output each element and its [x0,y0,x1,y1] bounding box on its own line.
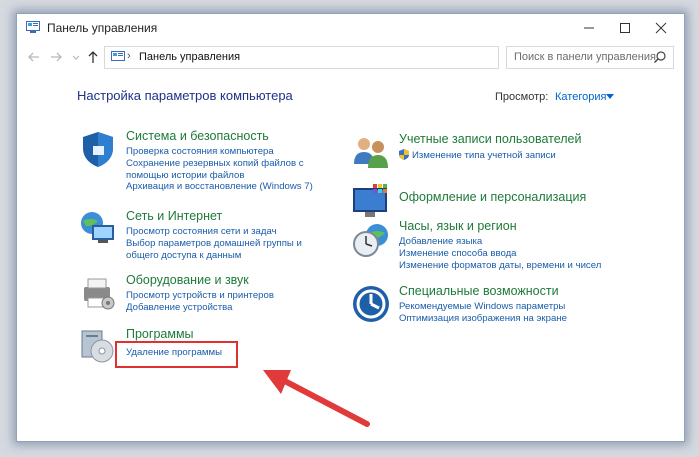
highlight-box [115,341,238,368]
category-links: Изменение типа учетной записи [399,149,556,162]
window-title: Панель управления [47,21,158,35]
caret-down-icon[interactable] [606,94,614,99]
link-network-status[interactable]: Просмотр состояния сети и задач [126,226,302,238]
back-button[interactable] [25,48,43,66]
red-arrow-annotation [263,370,370,427]
link-backup-restore[interactable]: Архивация и восстановление (Windows 7) [126,181,313,193]
link-homegroup-cont[interactable]: общего доступа к данным [126,250,302,262]
users-icon[interactable] [351,132,391,172]
link-check-status[interactable]: Проверка состояния компьютера [126,146,313,158]
control-panel-icon [26,21,40,33]
link-change-account-type[interactable]: Изменение типа учетной записи [399,149,556,162]
link-devices-printers[interactable]: Просмотр устройств и принтеров [126,290,274,302]
title-bar: Панель управления [17,14,684,42]
category-title[interactable]: Оборудование и звук [126,273,249,287]
breadcrumb[interactable]: Панель управления [139,51,240,63]
page-title: Настройка параметров компьютера [77,88,293,103]
address-bar: › Панель управления Поиск в панели управ… [17,42,684,72]
link-recommended-settings[interactable]: Рекомендуемые Windows параметры [399,301,567,313]
close-icon [655,22,667,34]
link-change-formats[interactable]: Изменение форматов даты, времени и чисел [399,260,601,272]
maximize-button[interactable] [607,16,643,40]
category-title[interactable]: Специальные возможности [399,284,559,298]
forward-button[interactable] [47,48,65,66]
category-title[interactable]: Часы, язык и регион [399,219,517,233]
arrow-left-icon [28,52,39,62]
link-file-history-cont[interactable]: помощью истории файлов [126,170,313,182]
chevron-down-icon [72,55,80,60]
uac-shield-icon [399,149,409,160]
search-input[interactable]: Поиск в панели управления [506,46,674,69]
ease-of-access-icon[interactable] [351,284,391,324]
link-change-input[interactable]: Изменение способа ввода [399,248,601,260]
category-links: Просмотр устройств и принтеров Добавлени… [126,290,274,314]
link-file-history[interactable]: Сохранение резервных копий файлов с [126,158,313,170]
category-links: Проверка состояния компьютера Сохранение… [126,146,313,193]
minimize-button[interactable] [571,16,607,40]
up-button[interactable] [84,48,102,66]
link-optimize-display[interactable]: Оптимизация изображения на экране [399,313,567,325]
arrow-right-icon [51,52,62,62]
search-icon[interactable] [653,50,667,64]
breadcrumb-separator: › [127,50,131,62]
category-title[interactable]: Программы [126,327,194,341]
category-links: Просмотр состояния сети и задач Выбор па… [126,226,302,261]
printer-icon[interactable] [78,273,118,313]
network-globe-icon[interactable] [78,209,118,249]
arrow-up-icon [88,51,98,63]
control-panel-window: Панель управления › Панель управления По… [16,13,685,442]
link-text: Изменение типа учетной записи [412,150,556,161]
link-homegroup[interactable]: Выбор параметров домашней группы и [126,238,302,250]
maximize-icon [620,23,630,33]
programs-disc-icon[interactable] [78,327,118,367]
shield-icon[interactable] [78,129,118,169]
close-button[interactable] [643,16,679,40]
address-field[interactable]: › Панель управления [104,46,583,69]
category-title[interactable]: Учетные записи пользователей [399,132,582,146]
link-add-device[interactable]: Добавление устройства [126,302,274,314]
category-links: Добавление языка Изменение способа ввода… [399,236,601,271]
control-panel-icon [111,51,125,61]
category-title[interactable]: Сеть и Интернет [126,209,222,223]
category-title[interactable]: Оформление и персонализация [399,190,586,204]
view-by-label: Просмотр: [495,91,549,103]
search-placeholder: Поиск в панели управления [514,51,656,63]
link-add-language[interactable]: Добавление языка [399,236,601,248]
recent-locations-button[interactable] [67,48,85,66]
monitor-palette-icon[interactable] [351,182,391,222]
view-by-dropdown[interactable]: Категория [555,91,606,103]
category-title[interactable]: Система и безопасность [126,129,269,143]
category-links: Рекомендуемые Windows параметры Оптимиза… [399,301,567,325]
minimize-icon [584,27,594,29]
clock-globe-icon[interactable] [351,219,391,259]
